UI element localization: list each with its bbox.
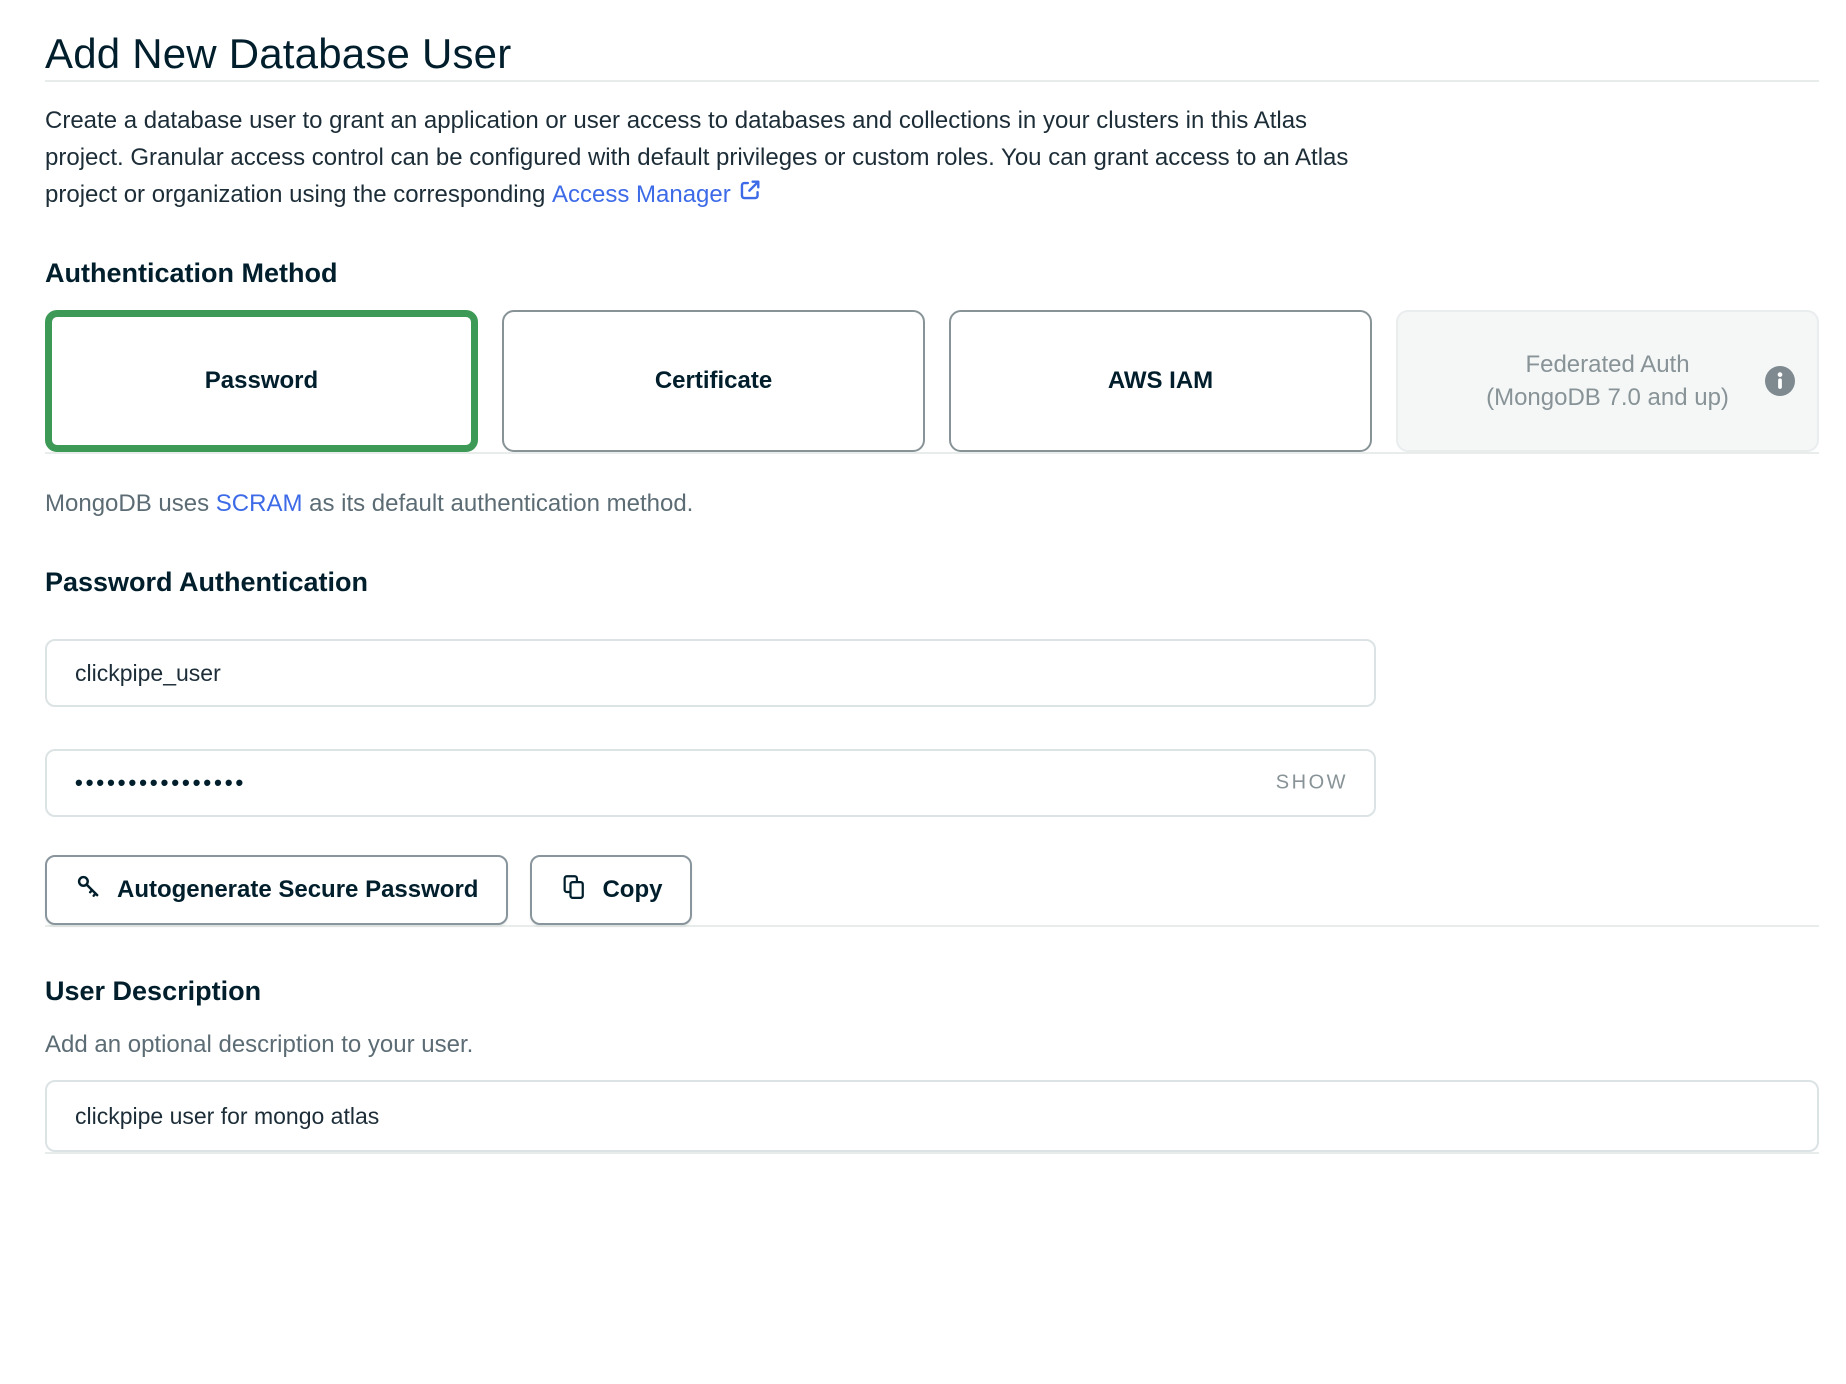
scram-link[interactable]: SCRAM — [216, 490, 303, 517]
auth-card-federated-label: Federated Auth (MongoDB 7.0 and up) — [1486, 348, 1729, 414]
auth-card-federated-auth: Federated Auth (MongoDB 7.0 and up) — [1396, 310, 1819, 452]
scram-note-before: MongoDB uses — [45, 490, 216, 517]
authentication-method-heading: Authentication Method — [45, 257, 1819, 290]
scram-note: MongoDB uses SCRAM as its default authen… — [45, 488, 1819, 520]
show-password-toggle[interactable]: SHOW — [1276, 772, 1348, 795]
federated-label-line1: Federated Auth — [1525, 351, 1689, 378]
divider — [45, 925, 1819, 927]
intro-paragraph: Create a database user to grant an appli… — [45, 102, 1819, 213]
auth-card-certificate[interactable]: Certificate — [502, 310, 925, 452]
password-authentication-heading: Password Authentication — [45, 566, 1819, 599]
auth-card-password-label: Password — [205, 367, 318, 395]
federated-label-line2: (MongoDB 7.0 and up) — [1486, 384, 1729, 411]
username-input[interactable] — [45, 639, 1376, 707]
scram-note-after: as its default authentication method. — [302, 490, 693, 517]
auth-card-certificate-label: Certificate — [655, 367, 772, 395]
copy-icon — [560, 873, 588, 908]
add-database-user-panel: Add New Database User Create a database … — [0, 28, 1846, 1154]
autogenerate-password-label: Autogenerate Secure Password — [117, 876, 478, 904]
password-input[interactable] — [45, 749, 1376, 817]
divider — [45, 452, 1819, 454]
info-icon[interactable] — [1765, 366, 1795, 396]
user-description-input[interactable] — [45, 1080, 1819, 1152]
divider — [45, 80, 1819, 82]
user-description-helper: Add an optional description to your user… — [45, 1030, 1819, 1060]
page-title: Add New Database User — [45, 28, 1819, 80]
auth-card-aws-iam-label: AWS IAM — [1108, 367, 1213, 395]
intro-line-1: Create a database user to grant an appli… — [45, 102, 1819, 139]
auth-card-aws-iam[interactable]: AWS IAM — [949, 310, 1372, 452]
intro-line-3: project or organization using the corres… — [45, 176, 1819, 213]
external-link-icon — [738, 176, 762, 213]
access-manager-link[interactable]: Access Manager — [552, 176, 731, 213]
intro-line-2: project. Granular access control can be … — [45, 139, 1819, 176]
user-description-heading: User Description — [45, 975, 1819, 1008]
intro-line-3-text: project or organization using the corres… — [45, 176, 545, 213]
copy-button-label: Copy — [602, 876, 662, 904]
autogenerate-password-button[interactable]: Autogenerate Secure Password — [45, 855, 508, 925]
password-buttons-row: Autogenerate Secure Password Copy — [45, 855, 1819, 925]
auth-card-password[interactable]: Password — [45, 310, 478, 452]
key-icon — [75, 873, 103, 908]
password-field-wrap: SHOW — [45, 749, 1376, 817]
divider — [45, 1152, 1819, 1154]
copy-password-button[interactable]: Copy — [530, 855, 692, 925]
auth-method-cards: Password Certificate AWS IAM Federated A… — [45, 310, 1819, 452]
